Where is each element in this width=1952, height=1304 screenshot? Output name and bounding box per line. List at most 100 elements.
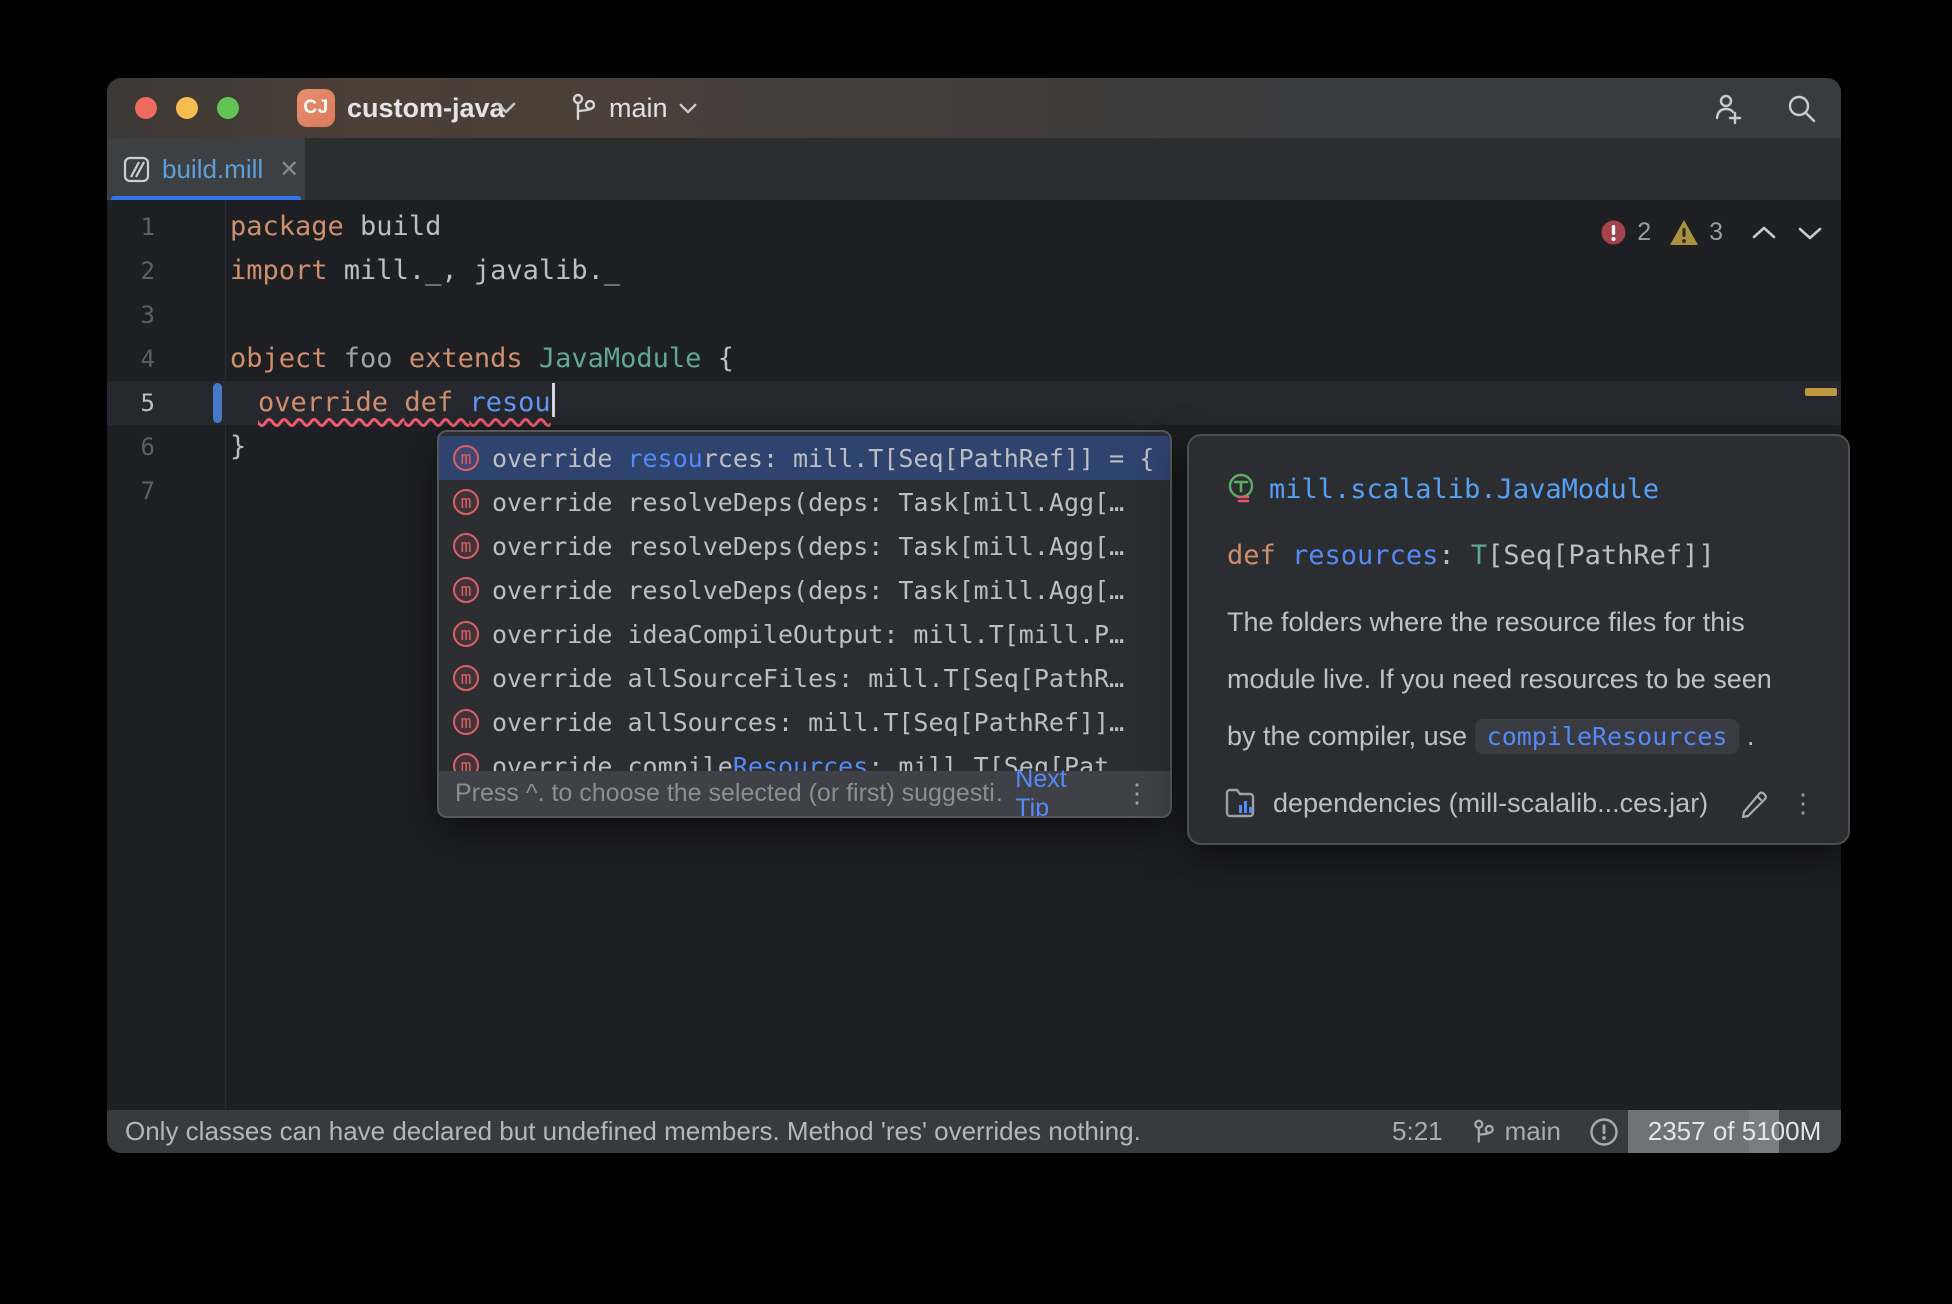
code-token: [Seq[PathRef]] <box>1487 540 1715 571</box>
completion-item-text: override ideaCompileOutput: mill.T[mill.… <box>492 620 1124 649</box>
memory-indicator[interactable]: 2357 of 5100M <box>1628 1110 1841 1153</box>
completion-item[interactable]: m override resolveDeps(deps: Task[mill.Ag… <box>439 524 1170 568</box>
minimize-window-button[interactable] <box>176 97 198 119</box>
code-token: resou <box>469 387 550 418</box>
method-icon: m <box>453 665 479 691</box>
method-icon: m <box>453 709 479 735</box>
trait-icon <box>1225 472 1259 506</box>
editor-line[interactable]: 3 <box>107 293 1841 337</box>
branch-name: main <box>609 93 668 124</box>
code-token: override allSources: mill.T[Seq[PathRef]… <box>492 708 1124 737</box>
code-token: def <box>1227 540 1292 571</box>
search-icon[interactable] <box>1785 92 1817 124</box>
code-token: override ideaCompileOutput: mill.T[mill.… <box>492 620 1124 649</box>
edit-source-icon[interactable] <box>1738 788 1768 818</box>
statusbar-branch-name: main <box>1505 1116 1561 1147</box>
chevron-down-icon[interactable] <box>495 101 517 115</box>
code-token: JavaModule <box>539 343 718 374</box>
error-count: 2 <box>1637 218 1651 247</box>
git-branch-icon <box>1471 1118 1497 1146</box>
vcs-change-marker <box>213 383 222 423</box>
error-icon <box>1600 219 1627 246</box>
completion-item-text: override resolveDeps(deps: Task[mill.Agg… <box>492 532 1124 561</box>
completion-item[interactable]: m override resolveDeps(deps: Task[mill.Ag… <box>439 568 1170 612</box>
close-tab-icon[interactable]: ✕ <box>279 155 299 184</box>
line-number: 1 <box>107 205 155 249</box>
caret-position[interactable]: 5:21 <box>1392 1116 1443 1147</box>
project-icon: CJ <box>297 89 335 127</box>
doc-description-line: by the compiler, use <box>1227 721 1475 751</box>
doc-menu-icon[interactable]: ⋮ <box>1784 788 1822 819</box>
line-number: 4 <box>107 337 155 381</box>
completion-item-text: override resolveDeps(deps: Task[mill.Agg… <box>492 488 1124 517</box>
method-icon: m <box>453 445 479 471</box>
warning-icon <box>1669 219 1699 246</box>
completion-popup: m override resources: mill.T[Seq[PathRef]… <box>437 430 1172 818</box>
editor-tab-bar: build.mill ✕ <box>107 138 1841 200</box>
notifications-icon[interactable] <box>1589 1117 1619 1147</box>
code-token: import <box>230 255 344 286</box>
next-problem-icon[interactable] <box>1795 224 1825 242</box>
project-selector[interactable]: custom-java <box>347 78 505 138</box>
code-token: T <box>1471 540 1487 571</box>
doc-description: The folders where the resource files for… <box>1227 594 1827 765</box>
code-token: override <box>492 444 627 473</box>
code-token: { <box>718 343 734 374</box>
code-token: } <box>230 431 246 462</box>
line-text: package build <box>230 205 441 249</box>
method-icon: m <box>453 621 479 647</box>
code-token: override resolveDeps(deps: Task[mill.Agg… <box>492 488 1124 517</box>
completion-item[interactable]: m override allSources: mill.T[Seq[PathRef… <box>439 700 1170 744</box>
tab-build-mill[interactable]: build.mill ✕ <box>107 138 305 200</box>
inspections-widget[interactable]: 2 3 <box>1600 218 1825 247</box>
doc-description-line: . <box>1739 721 1754 751</box>
close-window-button[interactable] <box>135 97 157 119</box>
method-icon: m <box>453 489 479 515</box>
completion-item[interactable]: m override ideaCompileOutput: mill.T[mill… <box>439 612 1170 656</box>
memory-text: 2357 of 5100M <box>1628 1110 1841 1153</box>
next-tip-link[interactable]: Next Tip <box>1015 765 1104 819</box>
doc-qualified-name-link[interactable]: mill.scalalib.JavaModule <box>1269 474 1659 505</box>
code-with-me-icon[interactable] <box>1711 91 1745 125</box>
completion-item-text: override resources: mill.T[Seq[PathRef]]… <box>492 444 1154 473</box>
line-text: object foo extends JavaModule { <box>230 337 734 381</box>
statusbar-branch[interactable]: main <box>1471 1116 1561 1147</box>
line-number: 7 <box>107 469 155 513</box>
method-icon: m <box>453 533 479 559</box>
line-text: override def resou <box>230 381 555 425</box>
editor-line[interactable]: 5override def resou <box>107 381 1841 425</box>
documentation-popup: mill.scalalib.JavaModule def resources: … <box>1187 434 1850 845</box>
line-text: } <box>230 425 246 469</box>
completion-item[interactable]: m override allSourceFiles: mill.T[Seq[Pat… <box>439 656 1170 700</box>
completion-item[interactable]: m override resources: mill.T[Seq[PathRef]… <box>439 436 1170 480</box>
zoom-window-button[interactable] <box>217 97 239 119</box>
completion-menu-icon[interactable]: ⋮ <box>1118 778 1156 809</box>
editor-line[interactable]: 2 import mill._, javalib._ <box>107 249 1841 293</box>
editor-line[interactable]: 4 object foo extends JavaModule { <box>107 337 1841 381</box>
completion-item-text: override resolveDeps(deps: Task[mill.Agg… <box>492 576 1124 605</box>
status-message: Only classes can have declared but undef… <box>125 1110 1141 1153</box>
code-token: foo <box>344 343 409 374</box>
warning-count: 3 <box>1709 218 1723 247</box>
code-token: package <box>230 211 360 242</box>
line-number: 2 <box>107 249 155 293</box>
compile-resources-link[interactable]: compileResources <box>1475 719 1740 754</box>
code-token: mill._, javalib._ <box>344 255 620 286</box>
completion-item[interactable]: m override resolveDeps(deps: Task[mill.Ag… <box>439 480 1170 524</box>
error-squiggle: override def resou <box>258 387 551 418</box>
code-token: object <box>230 343 344 374</box>
code-token: override resolveDeps(deps: Task[mill.Agg… <box>492 576 1124 605</box>
editor-line[interactable]: 1 package build <box>107 205 1841 249</box>
completion-item-text: override allSourceFiles: mill.T[Seq[Path… <box>492 664 1124 693</box>
line-number: 3 <box>107 293 155 337</box>
method-icon: m <box>453 577 479 603</box>
code-token: override resolveDeps(deps: Task[mill.Agg… <box>492 532 1124 561</box>
doc-description-line: module live. If you need resources to be… <box>1227 664 1772 694</box>
code-token: : <box>1438 540 1471 571</box>
code-token: rces: mill.T[Seq[PathRef]] = { <box>703 444 1155 473</box>
vcs-branch-widget[interactable]: main <box>569 78 698 138</box>
previous-problem-icon[interactable] <box>1749 224 1779 242</box>
error-stripe-mark[interactable] <box>1805 388 1837 396</box>
code-token: def <box>404 387 469 418</box>
code-token: resou <box>627 444 702 473</box>
